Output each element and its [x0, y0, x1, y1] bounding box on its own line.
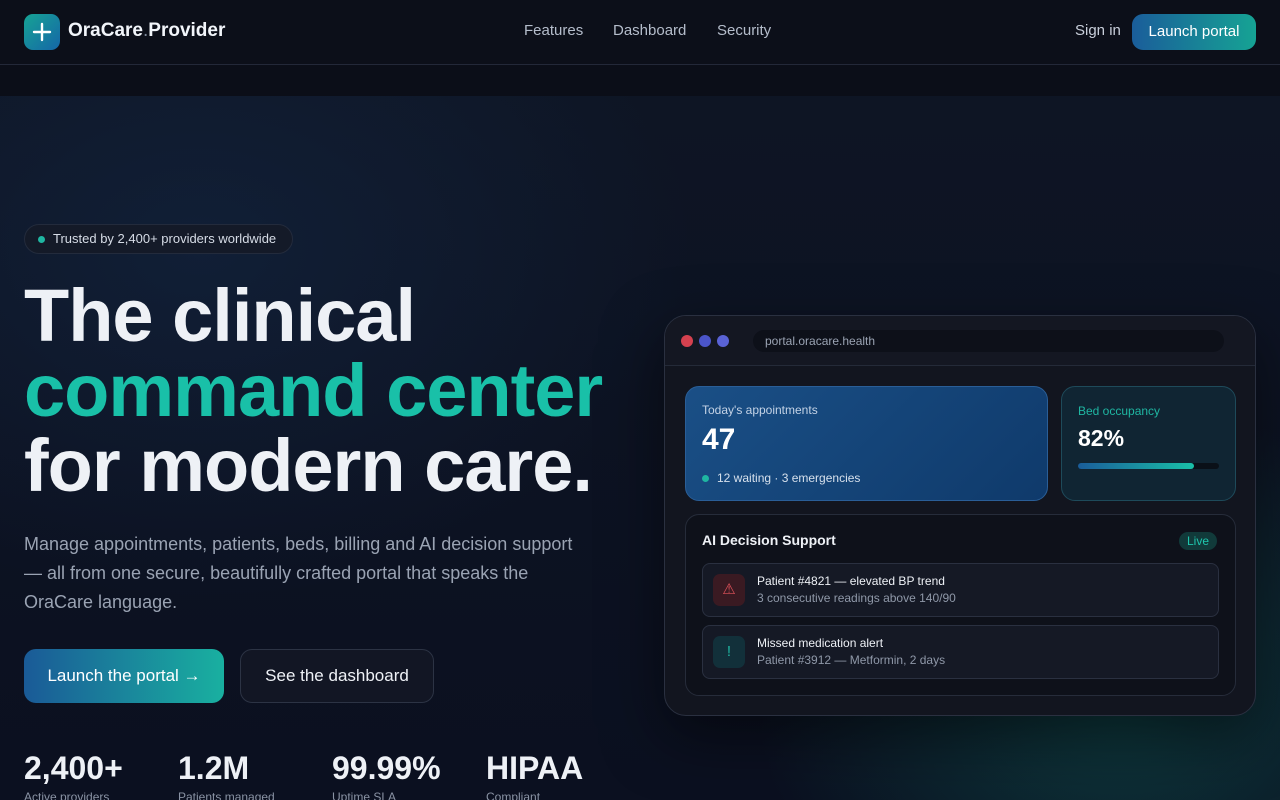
hero-headline-line-1: The clinical — [24, 274, 416, 357]
header-band — [0, 65, 1280, 96]
bed-occupancy-value: 82% — [1078, 425, 1125, 451]
sign-in-link[interactable]: Sign in — [1075, 22, 1121, 39]
alert-item-medication[interactable]: ! Missed medication alert Patient #3912 … — [702, 625, 1219, 679]
logo-plus-icon[interactable] — [24, 14, 60, 50]
stat-label-patients: Patients managed — [178, 790, 275, 800]
bed-occupancy-card: Bed occupancy 82% — [1061, 386, 1236, 501]
stat-value-uptime: 99.99% — [332, 750, 441, 786]
brand-name[interactable]: OraCare.Provider — [68, 20, 225, 42]
hero-headline-line-3: for modern care. — [24, 424, 593, 507]
url-bar: portal.oracare.health — [753, 330, 1224, 352]
stat-value-providers: 2,400+ — [24, 750, 123, 786]
warning-icon: ⚠ — [713, 574, 745, 606]
stat-value-patients: 1.2M — [178, 750, 250, 786]
hero-description: Manage appointments, patients, beds, bil… — [24, 534, 573, 612]
bed-occupancy-title: Bed occupancy — [1078, 404, 1161, 418]
exclamation-icon: ! — [713, 636, 745, 668]
status-dot-icon — [702, 475, 709, 482]
status-dot-icon — [38, 236, 45, 243]
brand-title: OraCare — [68, 20, 143, 41]
portal-preview-window: portal.oracare.health Today's appointmen… — [664, 315, 1256, 716]
window-dot-red-icon — [681, 335, 693, 347]
nav-link-dashboard[interactable]: Dashboard — [613, 22, 686, 39]
alert-title: Missed medication alert — [757, 636, 884, 650]
launch-the-portal-button[interactable]: Launch the portal → — [24, 649, 224, 703]
alert-subtext: Patient #3912 — Metformin, 2 days — [757, 653, 946, 667]
nav-link-security[interactable]: Security — [717, 22, 771, 39]
launch-portal-button[interactable]: Launch portal — [1132, 14, 1256, 50]
appointments-subtext: 12 waiting · 3 emergencies — [717, 471, 861, 485]
brand-suffix: Provider — [148, 20, 226, 41]
window-dot-blue-icon — [699, 335, 711, 347]
alert-item-bp[interactable]: ⚠ Patient #4821 — elevated BP trend 3 co… — [702, 563, 1219, 617]
stat-label-uptime: Uptime SLA — [332, 790, 397, 800]
see-the-dashboard-button[interactable]: See the dashboard — [240, 649, 434, 703]
alert-subtext: 3 consecutive readings above 140/90 — [757, 591, 956, 605]
bed-occupancy-progress-fill — [1078, 463, 1194, 469]
window-titlebar: portal.oracare.health — [665, 316, 1255, 366]
window-dot-indigo-icon — [717, 335, 729, 347]
stat-label-hipaa: Compliant — [486, 790, 541, 800]
stat-label-providers: Active providers — [24, 790, 110, 800]
appointments-card: Today's appointments 47 12 waiting · 3 e… — [685, 386, 1048, 501]
nav-link-features[interactable]: Features — [524, 22, 583, 39]
alert-title: Patient #4821 — elevated BP trend — [757, 574, 945, 588]
ai-card-title: AI Decision Support — [702, 532, 836, 548]
stat-value-hipaa: HIPAA — [486, 750, 584, 786]
hero-headline-line-2: command center — [24, 349, 603, 432]
live-badge: Live — [1179, 532, 1217, 550]
ai-decision-support-card: AI Decision Support Live ⚠ Patient #4821… — [685, 514, 1236, 696]
appointments-count: 47 — [702, 423, 736, 456]
trust-badge-text: Trusted by 2,400+ providers worldwide — [53, 231, 277, 246]
appointments-title: Today's appointments — [702, 403, 818, 417]
bed-occupancy-progress-track — [1078, 463, 1219, 469]
trust-badge: Trusted by 2,400+ providers worldwide — [24, 224, 293, 254]
top-navbar: OraCare.Provider Features Dashboard Secu… — [0, 0, 1280, 65]
